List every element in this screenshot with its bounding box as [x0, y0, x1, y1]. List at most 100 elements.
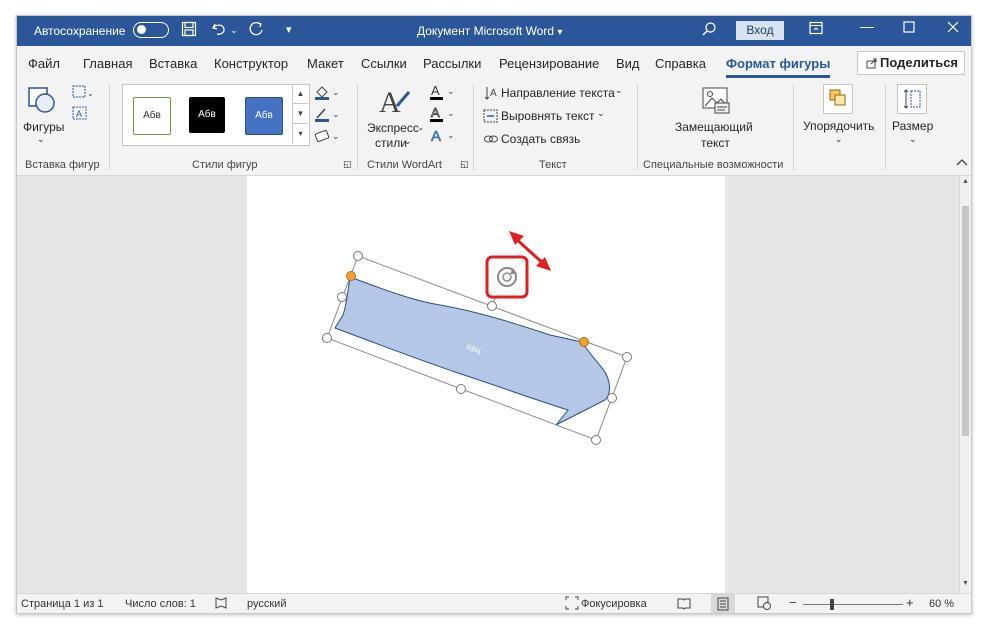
align-text-dropdown-icon[interactable]: ⌄ — [597, 108, 605, 119]
gallery-up-icon[interactable]: ▲ — [293, 84, 308, 104]
express-styles-line2[interactable]: стили — [375, 136, 407, 150]
svg-text:⌄: ⌄ — [332, 87, 340, 97]
text-direction-button[interactable]: Направление текста — [501, 86, 615, 100]
edit-shape-icon[interactable]: ⌄ — [72, 85, 94, 102]
alt-text-line2[interactable]: текст — [701, 136, 730, 150]
tab-help[interactable]: Справка — [655, 56, 706, 71]
wordart-express-icon[interactable]: A — [377, 84, 413, 121]
print-layout-icon[interactable] — [711, 594, 735, 613]
shape-fill-icon[interactable]: ⌄ — [313, 84, 341, 103]
tab-file[interactable]: Файл — [28, 56, 60, 71]
adjust-handle[interactable] — [579, 337, 589, 347]
proofing-icon[interactable] — [214, 596, 228, 613]
signin-button[interactable]: Вход — [736, 21, 784, 40]
size-icon[interactable] — [897, 84, 927, 117]
save-icon[interactable] — [181, 21, 197, 42]
shape-outline-icon[interactable]: ⌄ — [313, 106, 341, 125]
style-sample-black[interactable]: Абв — [189, 97, 225, 133]
rotate-handle[interactable] — [485, 255, 529, 299]
size-dropdown-icon[interactable]: ⌄ — [909, 134, 917, 145]
page-count[interactable]: Страница 1 из 1 — [21, 598, 103, 610]
resize-handle[interactable] — [322, 333, 332, 343]
maximize-icon[interactable] — [903, 20, 915, 36]
shapes-icon[interactable] — [27, 86, 57, 117]
tab-view[interactable]: Вид — [616, 56, 640, 71]
search-icon[interactable] — [701, 21, 717, 42]
gallery-down-icon[interactable]: ▼ — [293, 104, 308, 124]
focus-mode[interactable]: Фокусировка — [581, 598, 647, 610]
shape-effects-icon[interactable]: ⌄ — [313, 128, 341, 147]
autosave-toggle[interactable] — [133, 22, 169, 38]
style-sample-blue[interactable]: Абв — [245, 97, 283, 135]
tab-layout[interactable]: Макет — [307, 56, 344, 71]
zoom-in-button[interactable]: + — [906, 595, 914, 610]
text-direction-dropdown-icon[interactable]: ⌄ — [615, 85, 623, 96]
shape-styles-launcher-icon[interactable]: ◱ — [343, 159, 352, 170]
separator — [473, 84, 474, 170]
title-bar: Автосохранение ⌄ ▾ Документ Microsoft Wo… — [17, 16, 971, 46]
vertical-scrollbar[interactable]: ▲ ▼ — [959, 176, 971, 593]
create-link-icon — [483, 131, 499, 150]
tab-mailings[interactable]: Рассылки — [423, 56, 481, 71]
svg-text:⌄: ⌄ — [447, 86, 455, 96]
resize-handle[interactable] — [353, 251, 363, 261]
tab-design[interactable]: Конструктор — [214, 56, 288, 71]
tab-references[interactable]: Ссылки — [361, 56, 407, 71]
style-sample-outline[interactable]: Абв — [133, 97, 171, 135]
create-link-button[interactable]: Создать связь — [501, 132, 580, 146]
minimize-icon[interactable]: — — [860, 18, 874, 34]
separator — [793, 84, 794, 170]
gallery-more-icon[interactable]: ▾ — [293, 124, 308, 143]
alt-text-icon[interactable] — [701, 86, 731, 117]
alt-text-line1[interactable]: Замещающий — [675, 120, 753, 134]
text-effects-icon[interactable]: A ⌄ — [429, 127, 457, 148]
title-dropdown-icon[interactable]: ▾ — [557, 27, 562, 38]
share-button[interactable]: Поделиться — [857, 51, 965, 75]
resize-handle[interactable] — [487, 301, 497, 311]
resize-handle[interactable] — [607, 393, 617, 403]
scroll-thumb[interactable] — [962, 206, 969, 436]
tab-shape-format[interactable]: Формат фигуры — [726, 56, 830, 71]
arrange-button[interactable]: Упорядочить — [803, 119, 874, 133]
adjust-handle[interactable] — [346, 271, 356, 281]
scroll-down-icon[interactable]: ▼ — [962, 580, 969, 587]
text-box-icon[interactable]: A — [72, 106, 88, 123]
undo-icon[interactable] — [211, 21, 227, 42]
customize-toolbar-icon[interactable]: ▾ — [286, 21, 292, 39]
web-layout-icon[interactable] — [757, 596, 771, 613]
resize-handle[interactable] — [337, 292, 347, 302]
shapes-dropdown-icon[interactable]: ⌄ — [37, 134, 45, 145]
size-button[interactable]: Размер — [892, 119, 933, 133]
wordart-launcher-icon[interactable]: ◱ — [460, 159, 469, 170]
resize-handle[interactable] — [622, 352, 632, 362]
zoom-level[interactable]: 60 % — [929, 598, 954, 610]
resize-handle[interactable] — [456, 384, 466, 394]
undo-dropdown-icon[interactable]: ⌄ — [230, 21, 238, 39]
express-styles-line1[interactable]: Экспресс- — [367, 121, 423, 135]
document-page[interactable] — [247, 176, 725, 593]
share-label: Поделиться — [880, 55, 959, 70]
zoom-slider-track[interactable] — [803, 604, 903, 605]
language[interactable]: русский — [247, 598, 286, 610]
shapes-label[interactable]: Фигуры — [23, 120, 64, 134]
collapse-ribbon-icon[interactable] — [956, 157, 968, 170]
tab-review[interactable]: Рецензирование — [499, 56, 599, 71]
focus-icon[interactable] — [565, 596, 579, 613]
redo-icon[interactable] — [248, 21, 264, 42]
express-styles-dropdown-icon[interactable]: ⌄ — [404, 136, 412, 147]
arrange-dropdown-icon[interactable]: ⌄ — [835, 134, 843, 145]
ribbon-display-options-icon[interactable] — [809, 21, 823, 40]
tab-insert[interactable]: Вставка — [149, 56, 197, 71]
text-outline-icon[interactable]: A ⌄ — [429, 105, 457, 126]
resize-handle[interactable] — [591, 435, 601, 445]
zoom-out-button[interactable]: − — [789, 595, 797, 610]
zoom-slider-thumb[interactable] — [830, 599, 834, 610]
read-mode-icon[interactable] — [677, 596, 691, 613]
scroll-up-icon[interactable]: ▲ — [962, 178, 969, 185]
text-fill-icon[interactable]: A ⌄ — [429, 83, 457, 104]
arrange-icon[interactable] — [823, 84, 853, 117]
word-count[interactable]: Число слов: 1 — [125, 598, 196, 610]
tab-home[interactable]: Главная — [83, 56, 132, 71]
align-text-button[interactable]: Выровнять текст — [501, 109, 594, 123]
close-icon[interactable] — [947, 20, 959, 36]
